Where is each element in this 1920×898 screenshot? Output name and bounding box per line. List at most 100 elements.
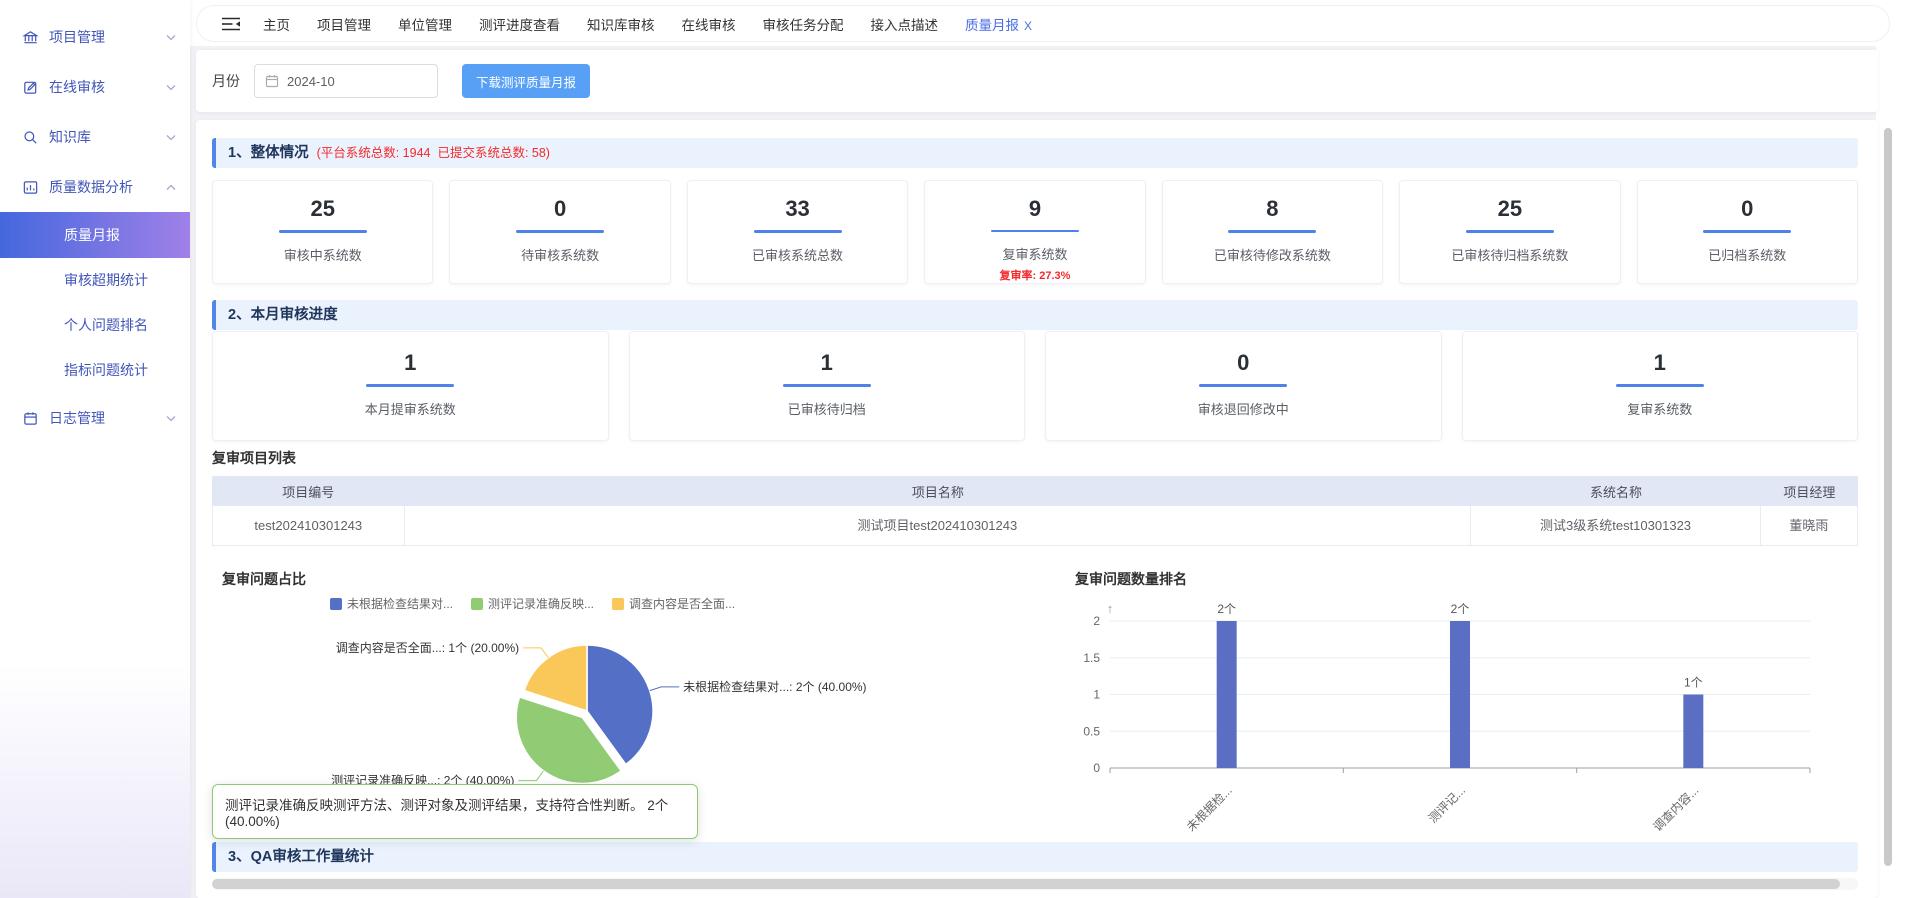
bar-chart-panel: 复审问题数量排名 00.511.52↑2个未根据检...2个测评记...1个调查… xyxy=(1065,563,1862,835)
stat-card-month-returned: 0 审核退回修改中 xyxy=(1045,331,1442,441)
cell-project-name: 测试项目test202410301243 xyxy=(405,506,1472,545)
search-icon xyxy=(22,129,39,146)
svg-text:2个: 2个 xyxy=(1217,602,1236,616)
stat-value: 1 xyxy=(404,350,416,376)
calendar-icon xyxy=(265,74,279,88)
stat-card-archived: 0 已归档系统数 xyxy=(1637,180,1858,284)
tab-online-review[interactable]: 在线审核 xyxy=(682,14,736,34)
close-tab-icon[interactable]: X xyxy=(1024,19,1032,33)
re-review-rate: 复审率: 27.3% xyxy=(1000,267,1071,283)
svg-text:1个: 1个 xyxy=(1684,676,1703,690)
sidebar-item-quality-analysis[interactable]: 质量数据分析 xyxy=(0,162,190,212)
sidebar-subitem-personal-issue-rank[interactable]: 个人问题排名 xyxy=(0,303,190,348)
sidebar-subitem-overdue-stats[interactable]: 审核超期统计 xyxy=(0,258,190,303)
table-header-row: 项目编号 项目名称 系统名称 项目经理 xyxy=(212,476,1858,506)
stat-label: 已审核待归档 xyxy=(788,399,866,418)
pie-legend: 未根据检查结果对... 测评记录准确反映... 调查内容是否全面... xyxy=(330,595,735,612)
legend-label: 调查内容是否全面... xyxy=(629,595,735,612)
svg-text:2: 2 xyxy=(1093,614,1100,628)
stat-underline xyxy=(1199,384,1287,387)
chevron-down-icon xyxy=(166,415,176,422)
cell-manager: 董晓雨 xyxy=(1761,506,1858,545)
legend-label: 测评记录准确反映... xyxy=(488,595,594,612)
sidebar-item-label: 知识库 xyxy=(49,127,166,147)
report-content: 1、整体情况(平台系统总数: 1944 已提交系统总数: 58) 25 审核中系… xyxy=(196,120,1878,898)
chart-icon xyxy=(22,179,39,196)
bar-chart[interactable]: 00.511.52↑2个未根据检...2个测评记...1个调查内容... xyxy=(1065,563,1862,835)
svg-text:1.5: 1.5 xyxy=(1083,651,1100,665)
chevron-down-icon xyxy=(166,84,176,91)
tab-task-assign[interactable]: 审核任务分配 xyxy=(763,14,844,34)
stat-label: 已审核系统总数 xyxy=(752,245,843,264)
bar-chart-title: 复审问题数量排名 xyxy=(1075,569,1187,589)
sidebar-subitem-quality-monthly-report[interactable]: 质量月报 xyxy=(0,212,190,258)
stat-underline xyxy=(754,230,842,233)
sidebar-item-online-review[interactable]: 在线审核 xyxy=(0,62,190,112)
sidebar-item-project-mgmt[interactable]: 项目管理 xyxy=(0,12,190,62)
stat-underline xyxy=(783,384,871,387)
col-header-project-id: 项目编号 xyxy=(212,482,405,501)
month-stat-cards: 1 本月提审系统数 1 已审核待归档 0 审核退回修改中 1 复审系统数 xyxy=(212,331,1858,441)
collapse-menu-icon[interactable] xyxy=(221,16,241,32)
stat-underline xyxy=(1616,384,1704,387)
stat-underline xyxy=(279,230,367,233)
legend-swatch xyxy=(612,598,624,610)
download-report-button[interactable]: 下载测评质量月报 xyxy=(462,64,590,98)
tab-project-mgmt[interactable]: 项目管理 xyxy=(317,14,371,34)
legend-item[interactable]: 测评记录准确反映... xyxy=(471,595,594,612)
sidebar-item-knowledge-base[interactable]: 知识库 xyxy=(0,112,190,162)
legend-label: 未根据检查结果对... xyxy=(347,595,453,612)
stat-label: 审核退回修改中 xyxy=(1198,399,1289,418)
pie-chart-title: 复审问题占比 xyxy=(222,569,306,589)
stat-label: 本月提审系统数 xyxy=(365,399,456,418)
stat-card-pending: 0 待审核系统数 xyxy=(449,180,670,284)
vertical-scrollbar[interactable] xyxy=(1884,128,1892,866)
table-row[interactable]: test202410301243 测试项目test202410301243 测试… xyxy=(212,506,1858,546)
col-header-system-name: 系统名称 xyxy=(1471,482,1761,501)
stat-label: 待审核系统数 xyxy=(521,245,599,264)
stat-underline xyxy=(366,384,454,387)
chevron-down-icon xyxy=(166,134,176,141)
tab-progress-view[interactable]: 测评进度查看 xyxy=(479,14,560,34)
month-value: 2024-10 xyxy=(287,74,335,89)
stat-label: 复审系统数 xyxy=(1627,399,1692,418)
legend-swatch xyxy=(471,598,483,610)
svg-text:调查内容...: 调查内容... xyxy=(1650,783,1702,835)
section-qa-workload-header: 3、QA审核工作量统计 xyxy=(212,842,1858,872)
stat-card-to-modify: 8 已审核待修改系统数 xyxy=(1162,180,1383,284)
sidebar-item-label: 日志管理 xyxy=(49,408,166,428)
tab-access-point[interactable]: 接入点描述 xyxy=(871,14,939,34)
tab-kb-review[interactable]: 知识库审核 xyxy=(587,14,655,34)
sidebar-subitem-indicator-issue-stats[interactable]: 指标问题统计 xyxy=(0,348,190,393)
tab-unit-mgmt[interactable]: 单位管理 xyxy=(398,14,452,34)
horizontal-scrollbar-track[interactable] xyxy=(212,878,1858,890)
svg-text:调查内容是否全面...: 1个 (20.00%): 调查内容是否全面...: 1个 (20.00%) xyxy=(336,640,519,655)
section-title: 1、整体情况 xyxy=(228,145,309,161)
stat-value: 0 xyxy=(554,196,566,222)
svg-text:0: 0 xyxy=(1093,761,1100,775)
svg-text:0.5: 0.5 xyxy=(1083,724,1100,738)
stat-underline xyxy=(516,230,604,233)
horizontal-scrollbar-thumb[interactable] xyxy=(212,879,1840,889)
tab-home[interactable]: 主页 xyxy=(263,14,290,34)
sidebar-item-log-mgmt[interactable]: 日志管理 xyxy=(0,393,190,443)
tab-quality-monthly-active[interactable]: 质量月报 X xyxy=(965,14,1032,34)
svg-text:1: 1 xyxy=(1093,688,1100,702)
section-month-progress-header: 2、本月审核进度 xyxy=(212,300,1858,330)
legend-swatch xyxy=(330,598,342,610)
month-label: 月份 xyxy=(212,71,240,91)
svg-text:↑: ↑ xyxy=(1107,601,1114,616)
month-picker-input[interactable]: 2024-10 xyxy=(254,64,438,98)
stat-value: 33 xyxy=(785,196,809,222)
tab-label: 质量月报 xyxy=(965,18,1019,33)
sidebar-item-label: 质量数据分析 xyxy=(49,177,166,197)
chevron-down-icon xyxy=(166,34,176,41)
filter-bar: 月份 2024-10 下载测评质量月报 xyxy=(196,50,1878,112)
col-header-manager: 项目经理 xyxy=(1761,482,1858,501)
section-overall-header: 1、整体情况(平台系统总数: 1944 已提交系统总数: 58) xyxy=(212,138,1858,168)
legend-item[interactable]: 调查内容是否全面... xyxy=(612,595,735,612)
stat-card-in-review: 25 审核中系统数 xyxy=(212,180,433,284)
legend-item[interactable]: 未根据检查结果对... xyxy=(330,595,453,612)
stat-card-reviewed-total: 33 已审核系统总数 xyxy=(687,180,908,284)
svg-text:2个: 2个 xyxy=(1451,602,1470,616)
